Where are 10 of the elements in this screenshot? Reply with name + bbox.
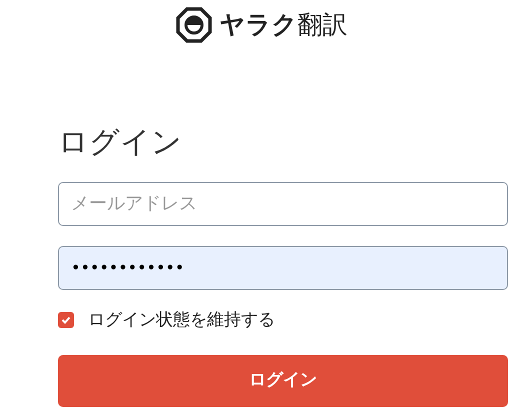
logo-wordmark: ヤラク bbox=[220, 9, 298, 41]
logo-suffix: 翻訳 bbox=[298, 9, 348, 41]
login-button[interactable]: ログイン bbox=[58, 355, 508, 407]
login-heading: ログイン bbox=[58, 128, 183, 158]
password-field[interactable]: •••••••••••• bbox=[58, 246, 508, 290]
remember-checkbox[interactable] bbox=[58, 312, 74, 328]
remember-label: ログイン状態を維持する bbox=[88, 308, 275, 332]
logo-icon bbox=[176, 6, 212, 43]
email-field[interactable]: メールアドレス bbox=[58, 182, 508, 226]
check-icon bbox=[61, 315, 71, 326]
